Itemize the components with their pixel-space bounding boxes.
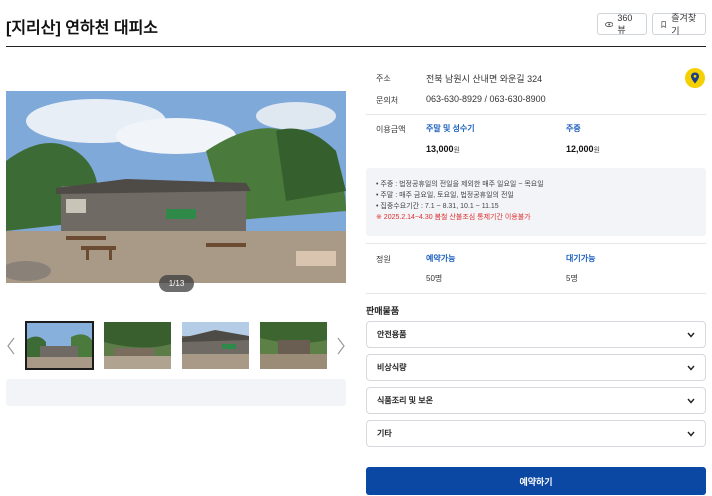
accordion-safety[interactable]: 안전용품 bbox=[366, 321, 706, 348]
page-header: [지리산] 연하천 대피소 360뷰 즐겨찾기 bbox=[6, 0, 706, 47]
notice-line: • 집중수요기간 : 7.1 ~ 8.31, 10.1 ~ 11.15 bbox=[376, 203, 499, 210]
weekday-price: 12,000원 bbox=[566, 144, 600, 155]
thumbnail-1[interactable] bbox=[25, 321, 94, 370]
notice-line: • 주중 : 법정공휴일의 전일을 제외한 매주 일요일 ~ 목요일 bbox=[376, 181, 544, 188]
products-section-label: 판매물품 bbox=[366, 306, 400, 316]
weekend-price-amount: 13,000 bbox=[426, 144, 454, 154]
bookmark-label: 즐겨찾기 bbox=[671, 13, 697, 36]
reserve-button[interactable]: 예약하기 bbox=[366, 467, 706, 495]
chevron-down-icon bbox=[687, 365, 695, 371]
bookmark-icon bbox=[661, 20, 666, 28]
view-360-button[interactable]: 360뷰 bbox=[597, 13, 647, 35]
reservable-value: 50명 bbox=[426, 274, 443, 283]
currency-unit: 원 bbox=[593, 147, 600, 154]
thumbnail-strip bbox=[6, 320, 346, 372]
fee-label: 이용금액 bbox=[376, 125, 406, 134]
thumbnail-image bbox=[104, 322, 171, 369]
accordion-other[interactable]: 기타 bbox=[366, 420, 706, 447]
reservable-head: 예약가능 bbox=[426, 254, 456, 263]
address-label: 주소 bbox=[376, 74, 391, 83]
contact-label: 문의처 bbox=[376, 96, 399, 105]
photo-counter: 1/13 bbox=[159, 275, 194, 292]
eye-icon bbox=[605, 21, 614, 27]
currency-unit: 원 bbox=[453, 147, 460, 154]
main-photo[interactable] bbox=[6, 91, 346, 283]
thumbnail-image bbox=[182, 322, 249, 369]
weekday-price-head: 주중 bbox=[566, 124, 581, 133]
address-value: 전북 남원시 산내면 와운길 324 bbox=[426, 74, 543, 84]
contact-value: 063-630-8929 / 063-630-8900 bbox=[426, 94, 546, 104]
divider bbox=[366, 114, 706, 115]
chevron-down-icon bbox=[687, 431, 695, 437]
chevron-down-icon bbox=[687, 332, 695, 338]
chevron-left-icon[interactable] bbox=[6, 336, 16, 356]
thumbnail-4[interactable] bbox=[260, 322, 327, 369]
notice-line: • 주말 : 매주 금요일, 토요일, 법정공휴일의 전일 bbox=[376, 192, 514, 199]
waiting-value: 5명 bbox=[566, 274, 578, 283]
view-360-label: 360뷰 bbox=[617, 12, 633, 35]
accordion-food[interactable]: 비상식량 bbox=[366, 354, 706, 381]
thumbnail-image bbox=[260, 322, 327, 369]
accordion-label: 식품조리 및 보온 bbox=[377, 396, 433, 405]
location-button[interactable] bbox=[685, 68, 705, 88]
shelter-photo bbox=[6, 91, 346, 283]
thumbnail-3[interactable] bbox=[182, 322, 249, 369]
notice-warning: ※ 2025.2.14~4.30 봄철 산불조심 통제기간 이용불가 bbox=[376, 214, 531, 221]
thumbnail-2[interactable] bbox=[104, 322, 171, 369]
accordion-label: 기타 bbox=[377, 429, 392, 438]
page-title: [지리산] 연하천 대피소 bbox=[6, 20, 159, 37]
capacity-label: 정원 bbox=[376, 255, 391, 264]
weekday-price-amount: 12,000 bbox=[566, 144, 594, 154]
thumbnail-image bbox=[26, 322, 93, 369]
weekend-price-head: 주말 및 성수기 bbox=[426, 124, 475, 133]
divider bbox=[366, 243, 706, 244]
waiting-head: 대기가능 bbox=[566, 254, 596, 263]
bookmark-button[interactable]: 즐겨찾기 bbox=[652, 13, 706, 36]
accordion-label: 비상식량 bbox=[377, 363, 407, 372]
chevron-right-icon[interactable] bbox=[336, 336, 346, 356]
accordion-label: 안전용품 bbox=[377, 330, 407, 339]
chevron-down-icon bbox=[687, 398, 695, 404]
gallery-footer-box bbox=[6, 379, 346, 406]
accordion-cooking[interactable]: 식품조리 및 보온 bbox=[366, 387, 706, 414]
divider bbox=[366, 293, 706, 294]
notice-box: • 주중 : 법정공휴일의 전일을 제외한 매주 일요일 ~ 목요일 • 주말 … bbox=[366, 168, 706, 236]
map-pin-icon bbox=[691, 72, 699, 84]
weekend-price: 13,000원 bbox=[426, 144, 460, 155]
